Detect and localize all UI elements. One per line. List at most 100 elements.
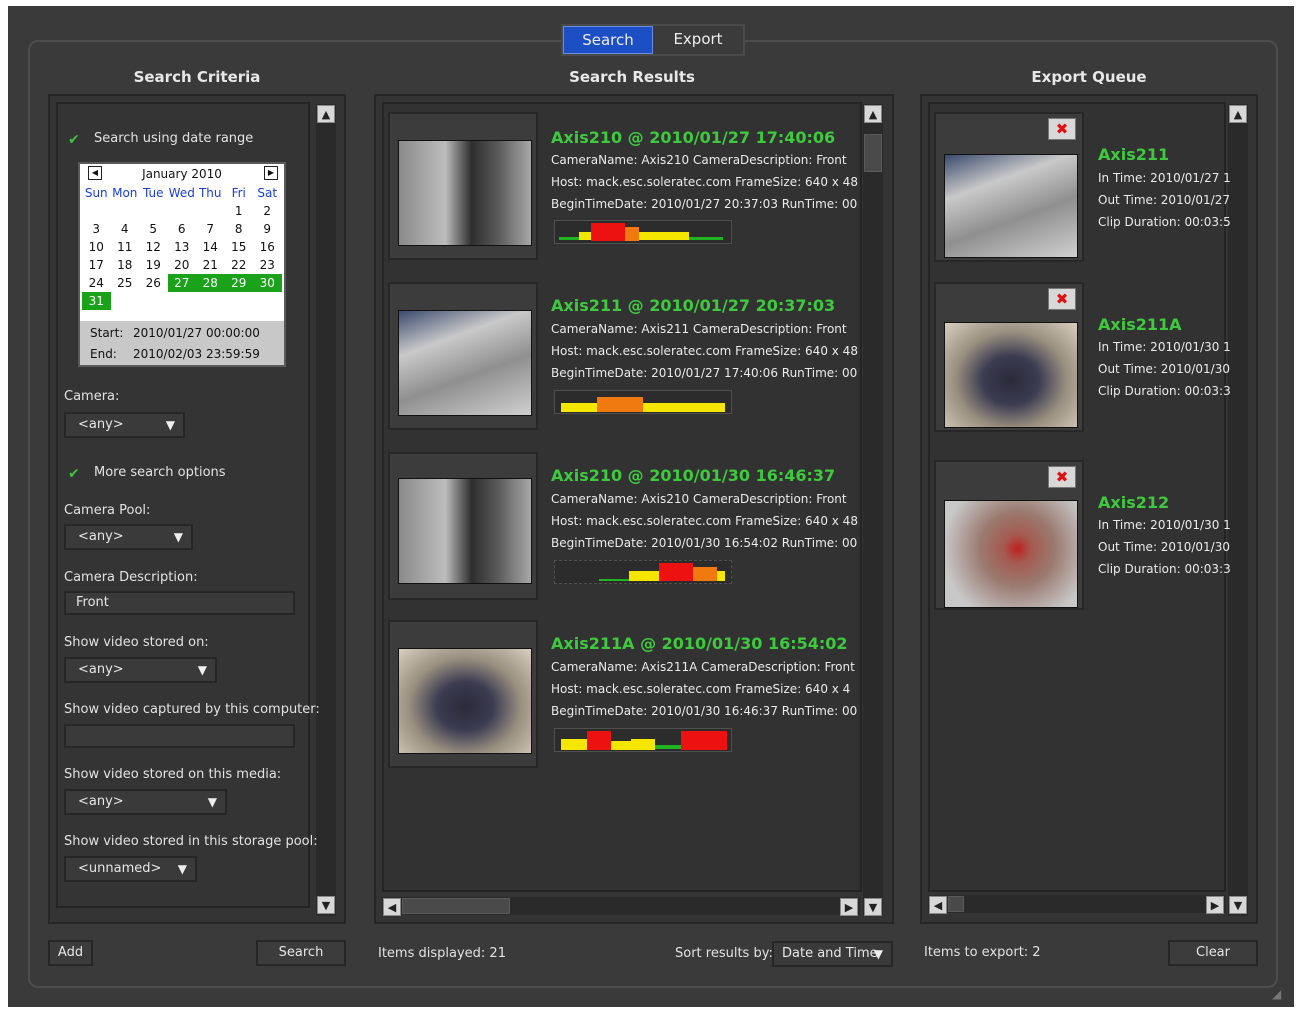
search-button[interactable]: Search — [256, 940, 346, 966]
left-arrow-icon[interactable]: ◀ — [929, 896, 947, 914]
calendar-day[interactable]: 5 — [139, 220, 168, 238]
result-host-line: Host: mack.esc.soleratec.com FrameSize: … — [551, 344, 858, 358]
video-frame — [398, 310, 532, 416]
bar-segment — [643, 403, 725, 412]
result-begin-line: BeginTimeDate: 2010/01/27 20:37:03 RunTi… — [551, 197, 858, 211]
down-arrow-icon[interactable]: ▼ — [1229, 896, 1247, 914]
stored-on-select[interactable]: <any> ▼ — [64, 657, 217, 683]
sort-select[interactable]: Date and Time ▼ — [772, 941, 893, 967]
tab-search[interactable]: Search — [563, 26, 653, 54]
results-hscroll-thumb[interactable] — [402, 898, 510, 914]
calendar-day[interactable]: 20 — [168, 256, 197, 274]
down-arrow-icon[interactable]: ▼ — [864, 898, 882, 916]
calendar-day[interactable]: 21 — [196, 256, 225, 274]
calendar-day[interactable]: 11 — [111, 238, 140, 256]
calendar-day[interactable]: 1 — [225, 202, 254, 220]
add-button[interactable]: Add — [48, 940, 93, 966]
red-x-icon[interactable]: ✖ — [1048, 288, 1076, 310]
result-item[interactable]: Axis211A @ 2010/01/30 16:54:02 CameraNam… — [388, 620, 878, 770]
calendar-day[interactable]: 18 — [111, 256, 140, 274]
calendar-day[interactable]: 12 — [139, 238, 168, 256]
calendar-day[interactable]: 26 — [139, 274, 168, 292]
tab-export[interactable]: Export — [653, 26, 743, 54]
red-x-icon[interactable]: ✖ — [1048, 118, 1076, 140]
calendar-day[interactable]: 2 — [253, 202, 282, 220]
queue-hscrollbar[interactable] — [928, 895, 1226, 913]
calendar-day[interactable]: 15 — [225, 238, 254, 256]
result-item[interactable]: Axis210 @ 2010/01/30 16:46:37 CameraName… — [388, 452, 878, 602]
result-host-line: Host: mack.esc.soleratec.com FrameSize: … — [551, 682, 851, 696]
calendar-day[interactable]: 19 — [139, 256, 168, 274]
calendar-day[interactable]: 25 — [111, 274, 140, 292]
calendar-day[interactable]: 7 — [196, 220, 225, 238]
captured-by-field[interactable] — [64, 724, 295, 748]
calendar-day[interactable]: 22 — [225, 256, 254, 274]
calendar-day[interactable]: 14 — [196, 238, 225, 256]
calendar-next-icon[interactable]: ▶ — [264, 166, 278, 180]
bar-segment — [631, 739, 655, 750]
result-thumbnail[interactable] — [388, 620, 538, 768]
queue-scrollbar[interactable] — [1228, 104, 1248, 916]
calendar-day[interactable]: 24 — [82, 274, 111, 292]
calendar-day[interactable]: 6 — [168, 220, 197, 238]
camera-select-value: <any> — [78, 417, 124, 432]
result-camera-line: CameraName: Axis211 CameraDescription: F… — [551, 322, 847, 336]
result-thumbnail[interactable] — [388, 112, 538, 260]
video-frame — [398, 478, 532, 584]
result-title: Axis210 @ 2010/01/30 16:46:37 — [551, 466, 836, 485]
stored-media-select[interactable]: <any> ▼ — [64, 789, 227, 815]
calendar-day[interactable]: 17 — [82, 256, 111, 274]
queue-thumbnail[interactable]: ✖ — [934, 282, 1084, 432]
right-arrow-icon[interactable]: ▶ — [1206, 896, 1224, 914]
queue-thumbnail[interactable]: ✖ — [934, 112, 1084, 262]
up-arrow-icon[interactable]: ▲ — [1229, 105, 1247, 123]
calendar-day[interactable]: 9 — [253, 220, 282, 238]
video-frame — [944, 322, 1078, 428]
calendar-day[interactable]: 31 — [82, 292, 111, 310]
calendar-day[interactable]: 8 — [225, 220, 254, 238]
left-arrow-icon[interactable]: ◀ — [383, 898, 401, 916]
calendar[interactable]: ◀ January 2010 ▶ Sun Mon Tue Wed Thu Fri Sat 1 2… — [78, 162, 286, 367]
calendar-day[interactable]: 16 — [253, 238, 282, 256]
items-to-export: Items to export: 2 — [924, 945, 1041, 960]
calendar-day[interactable]: 23 — [253, 256, 282, 274]
checkmark-icon[interactable]: ✔ — [68, 133, 82, 147]
up-arrow-icon[interactable]: ▲ — [317, 105, 335, 123]
camera-select[interactable]: <any> ▼ — [64, 412, 185, 438]
queue-duration: Clip Duration: 00:03:5 — [1098, 215, 1231, 229]
queue-out-time: Out Time: 2010/01/27 — [1098, 193, 1230, 207]
bar-segment — [655, 745, 681, 749]
resize-grip-icon[interactable]: ◢ — [1272, 986, 1288, 1002]
bar-segment — [689, 237, 723, 240]
calendar-day[interactable]: 29 — [224, 274, 253, 292]
storage-pool-select[interactable]: <unnamed> ▼ — [64, 856, 197, 882]
activity-bar — [554, 560, 732, 584]
bar-segment — [561, 403, 597, 412]
right-arrow-icon[interactable]: ▶ — [840, 898, 858, 916]
clear-button[interactable]: Clear — [1168, 940, 1258, 966]
tab-bar: Search Export — [561, 24, 745, 56]
result-item[interactable]: Axis210 @ 2010/01/27 17:40:06 CameraName… — [388, 112, 878, 262]
down-arrow-icon[interactable]: ▼ — [317, 896, 335, 914]
calendar-day[interactable]: 27 — [167, 274, 196, 292]
calendar-day[interactable]: 30 — [253, 274, 282, 292]
checkmark-icon[interactable]: ✔ — [68, 467, 82, 481]
result-thumbnail[interactable] — [388, 452, 538, 600]
calendar-day[interactable]: 4 — [111, 220, 140, 238]
start-value: 2010/01/27 00:00:00 — [133, 326, 260, 340]
calendar-day[interactable]: 3 — [82, 220, 111, 238]
calendar-day[interactable]: 13 — [168, 238, 197, 256]
calendar-day[interactable]: 10 — [82, 238, 111, 256]
criteria-scrollbar[interactable] — [316, 104, 336, 916]
calendar-day — [168, 292, 197, 310]
camera-pool-select[interactable]: <any> ▼ — [64, 524, 193, 550]
queue-thumbnail[interactable]: ✖ — [934, 460, 1084, 610]
queue-hscroll-thumb[interactable] — [948, 896, 964, 912]
result-thumbnail[interactable] — [388, 282, 538, 430]
camera-description-field[interactable]: Front — [64, 591, 295, 615]
calendar-day — [196, 292, 225, 310]
result-item[interactable]: Axis211 @ 2010/01/27 20:37:03 CameraName… — [388, 282, 878, 432]
red-x-icon[interactable]: ✖ — [1048, 466, 1076, 488]
chevron-down-icon: ▼ — [165, 418, 175, 432]
calendar-day[interactable]: 28 — [196, 274, 225, 292]
